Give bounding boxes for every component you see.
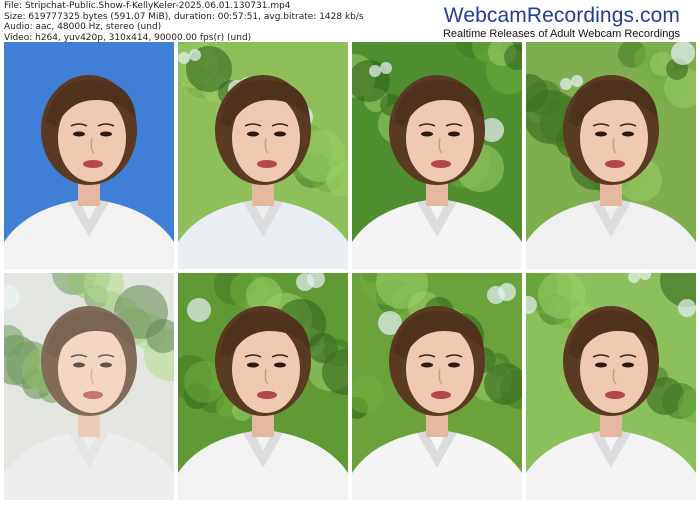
thumbnail-image — [526, 42, 696, 269]
file-info: File: Stripchat-Public.Show-f-KellyKeler… — [4, 1, 364, 43]
thumbnail-image — [178, 273, 348, 500]
thumbnail-4 — [526, 42, 696, 269]
thumbnail-image — [526, 273, 696, 500]
thumbnail-grid — [4, 42, 696, 500]
thumbnail-image — [352, 42, 522, 269]
thumbnail-image — [4, 42, 174, 269]
thumbnail-1 — [4, 42, 174, 269]
file-size-line: Size: 619777325 bytes (591.07 MiB), dura… — [4, 11, 364, 22]
thumbnail-image — [4, 273, 174, 500]
watermark: WebcamRecordings.com Realtime Releases o… — [443, 4, 680, 41]
watermark-title: WebcamRecordings.com — [443, 4, 680, 27]
thumbnail-8 — [526, 273, 696, 500]
thumbnail-image — [352, 273, 522, 500]
audio-info-line: Audio: aac, 48000 Hz, stereo (und) — [4, 22, 162, 32]
thumbnail-2 — [178, 42, 348, 269]
thumbnail-5 — [4, 273, 174, 500]
thumbnail-6 — [178, 273, 348, 500]
thumbnail-7 — [352, 273, 522, 500]
watermark-subtitle: Realtime Releases of Adult Webcam Record… — [442, 28, 680, 40]
thumbnail-image — [178, 42, 348, 269]
file-name-line: File: Stripchat-Public.Show-f-KellyKeler… — [4, 1, 291, 11]
thumbnail-3 — [352, 42, 522, 269]
